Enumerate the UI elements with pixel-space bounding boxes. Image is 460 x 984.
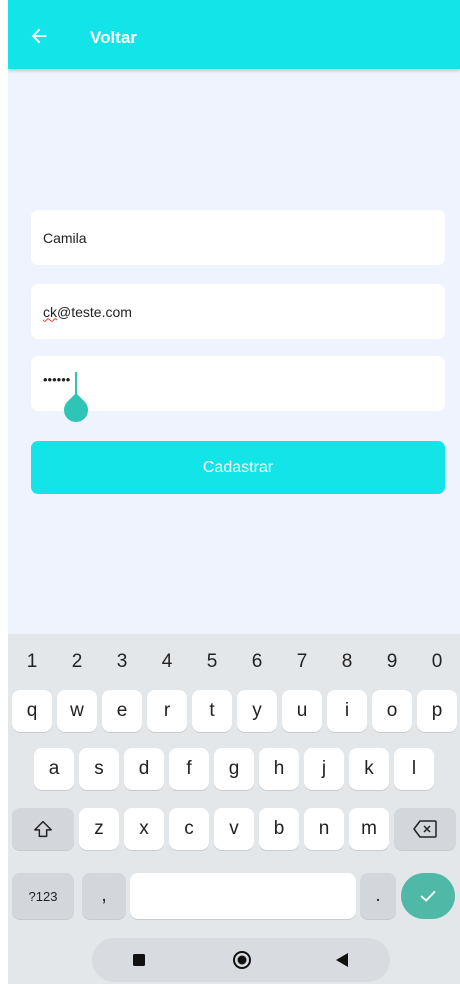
- back-button[interactable]: [26, 23, 52, 49]
- app-bar-title[interactable]: Voltar: [90, 28, 137, 48]
- password-value: ••••••: [43, 372, 71, 387]
- key-l[interactable]: l: [394, 748, 434, 790]
- key-x[interactable]: x: [124, 808, 164, 850]
- soft-keyboard: 1 2 3 4 5 6 7 8 9 0 q w e r t y u i o p …: [8, 634, 460, 984]
- password-field[interactable]: ••••••: [31, 356, 445, 411]
- key-1[interactable]: 1: [14, 642, 50, 682]
- symbols-key[interactable]: ?123: [12, 873, 74, 919]
- key-7[interactable]: 7: [284, 642, 320, 682]
- name-value: Camila: [43, 229, 87, 246]
- cadastrar-button[interactable]: Cadastrar: [31, 441, 445, 494]
- key-c[interactable]: c: [169, 808, 209, 850]
- home-button[interactable]: [222, 940, 262, 980]
- key-e[interactable]: e: [102, 690, 142, 732]
- square-icon: [133, 954, 145, 966]
- key-f[interactable]: f: [169, 748, 209, 790]
- key-2[interactable]: 2: [59, 642, 95, 682]
- space-key[interactable]: [130, 873, 356, 919]
- key-i[interactable]: i: [327, 690, 367, 732]
- app-bar: Voltar: [8, 0, 460, 69]
- number-row: 1 2 3 4 5 6 7 8 9 0: [8, 642, 460, 682]
- key-b[interactable]: b: [259, 808, 299, 850]
- shift-key[interactable]: [12, 808, 74, 850]
- backspace-key[interactable]: [394, 808, 456, 850]
- key-9[interactable]: 9: [374, 642, 410, 682]
- system-nav-bar: [8, 934, 460, 984]
- shift-icon: [34, 820, 52, 838]
- triangle-back-icon: [336, 953, 348, 967]
- screen: Voltar Camila ck @teste.com •••••• Cadast…: [8, 0, 460, 984]
- key-a[interactable]: a: [34, 748, 74, 790]
- key-v[interactable]: v: [214, 808, 254, 850]
- key-d[interactable]: d: [124, 748, 164, 790]
- checkmark-icon: [420, 890, 436, 902]
- backspace-icon: [413, 820, 437, 838]
- comma-key[interactable]: ,: [82, 873, 126, 919]
- key-m[interactable]: m: [349, 808, 389, 850]
- text-cursor: [75, 372, 77, 394]
- key-z[interactable]: z: [79, 808, 119, 850]
- key-p[interactable]: p: [417, 690, 457, 732]
- key-s[interactable]: s: [79, 748, 119, 790]
- key-k[interactable]: k: [349, 748, 389, 790]
- key-8[interactable]: 8: [329, 642, 365, 682]
- key-5[interactable]: 5: [194, 642, 230, 682]
- key-o[interactable]: o: [372, 690, 412, 732]
- key-r[interactable]: r: [147, 690, 187, 732]
- email-domain-part: @teste.com: [57, 303, 132, 320]
- back-nav-button[interactable]: [322, 940, 362, 980]
- name-field[interactable]: Camila: [31, 210, 445, 265]
- key-n[interactable]: n: [304, 808, 344, 850]
- key-j[interactable]: j: [304, 748, 344, 790]
- arrow-back-icon: [31, 28, 47, 44]
- enter-key[interactable]: [401, 873, 455, 919]
- key-4[interactable]: 4: [149, 642, 185, 682]
- key-g[interactable]: g: [214, 748, 254, 790]
- recents-button[interactable]: [119, 940, 159, 980]
- key-6[interactable]: 6: [239, 642, 275, 682]
- key-t[interactable]: t: [192, 690, 232, 732]
- email-user-part: ck: [43, 303, 57, 320]
- key-q[interactable]: q: [12, 690, 52, 732]
- key-3[interactable]: 3: [104, 642, 140, 682]
- period-key[interactable]: .: [360, 873, 396, 919]
- key-u[interactable]: u: [282, 690, 322, 732]
- circle-icon: [233, 951, 251, 969]
- key-0[interactable]: 0: [419, 642, 455, 682]
- key-y[interactable]: y: [237, 690, 277, 732]
- key-h[interactable]: h: [259, 748, 299, 790]
- email-field[interactable]: ck @teste.com: [31, 284, 445, 339]
- key-w[interactable]: w: [57, 690, 97, 732]
